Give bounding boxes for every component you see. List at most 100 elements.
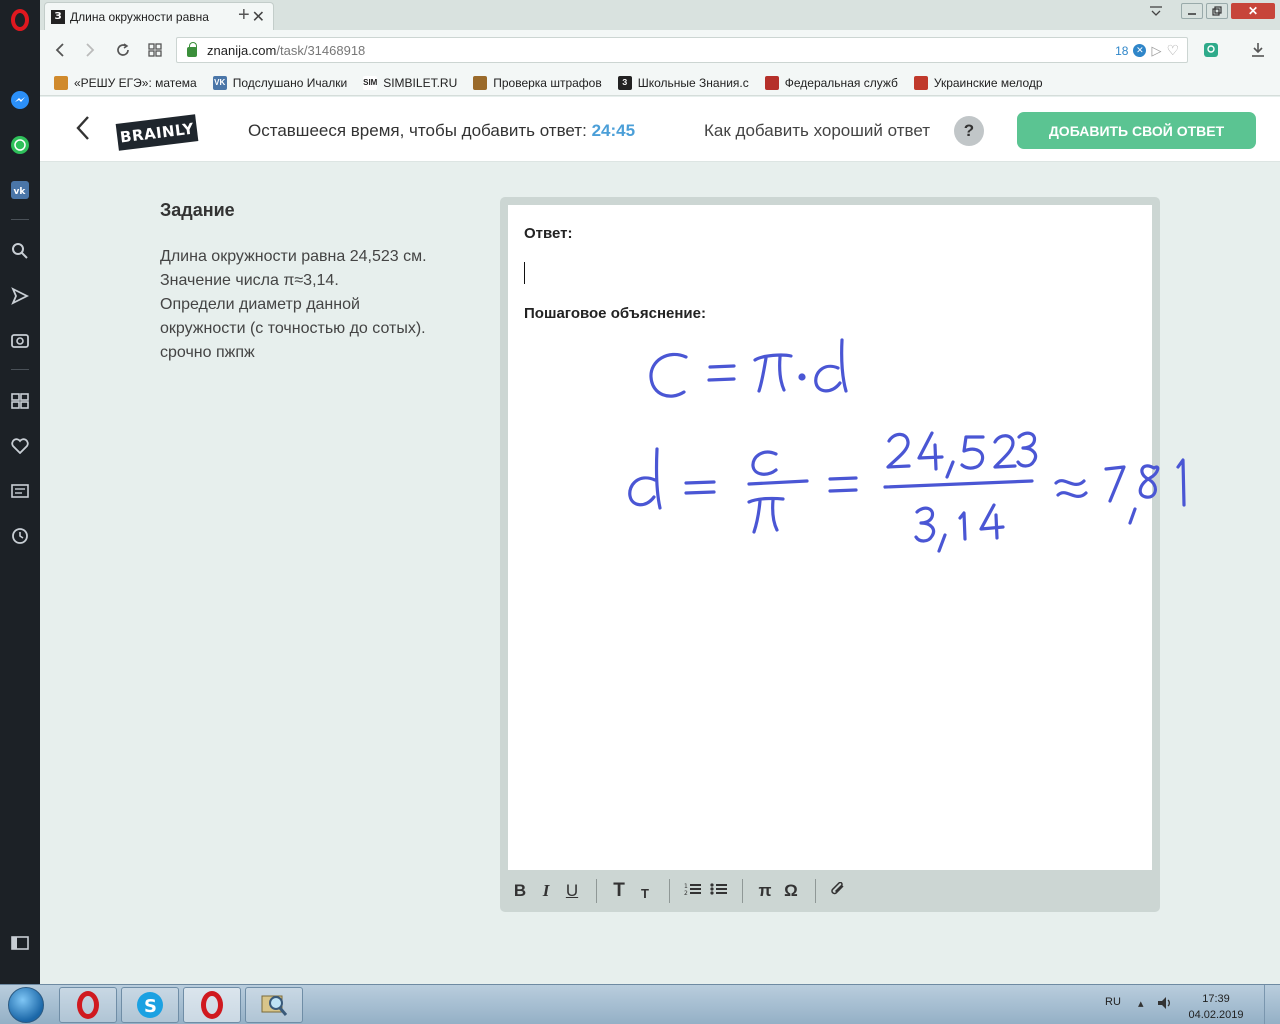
svg-text:vk: vk [14,187,27,197]
bookmark-item[interactable]: З Школьные Знания.с [617,75,749,90]
opera-icon [201,991,223,1019]
new-tab-button[interactable]: + [238,4,250,27]
back-chevron-icon[interactable] [76,115,90,148]
vpn-icon[interactable] [1200,39,1222,61]
hw-pi-small [747,496,785,534]
underline-button[interactable]: U [564,881,580,901]
bookmark-item[interactable]: Проверка штрафов [473,75,602,90]
bookmark-label: SIMBILET.RU [383,75,458,90]
bookmark-item[interactable]: Украинские мелодр [913,75,1043,90]
task-line: срочно пжпж [160,344,255,361]
tray-flag-icon[interactable]: ▴ [1138,997,1144,1010]
bookmark-item[interactable]: SIM SIMBILET.RU [363,75,458,90]
svg-text:1: 1 [684,883,688,890]
how-to-answer-link[interactable]: Как добавить хороший ответ [704,121,930,141]
answer-editor[interactable]: Ответ: Пошаговое объяснение: [508,205,1186,870]
messenger-icon[interactable] [8,88,32,112]
restore-button[interactable] [1206,3,1228,19]
tab-menu-icon[interactable] [1148,3,1164,19]
taskbar-search-app[interactable] [245,987,303,1023]
tab-close-icon[interactable]: ✕ [252,7,265,27]
bookmark-item[interactable]: Федеральная служб [764,75,898,90]
bookmark-item[interactable]: VK Подслушано Ичалки [212,75,348,90]
bookmark-favicon-icon: З [617,75,632,90]
bookmark-favicon-icon: VK [212,75,227,90]
speed-dial-icon[interactable] [8,389,32,413]
url-domain: znanija.com [207,42,277,58]
vk-icon[interactable]: vk [8,178,32,202]
send-icon[interactable] [8,284,32,308]
bookmark-label: Подслушано Ичалки [232,75,348,90]
address-bar-actions: 18 ✕ ▷ ♡ [1115,42,1179,59]
history-icon[interactable] [8,524,32,548]
bookmark-favicon-icon [473,75,488,90]
hw-4b [979,503,1005,540]
bookmark-label: Украинские мелодр [933,75,1043,90]
svg-text:2: 2 [684,890,688,896]
heart-icon[interactable] [8,434,32,458]
bookmark-favicon-icon [764,75,779,90]
bookmark-heart-icon[interactable]: ♡ [1166,42,1179,59]
editor-toolbar: B I U T T 12 π Ω [500,870,1160,912]
tray-language[interactable]: RU [1105,996,1121,1008]
italic-button[interactable]: I [538,881,554,901]
bookmark-item[interactable]: «РЕШУ ЕГЭ»: матема [54,75,197,90]
volume-icon[interactable] [1157,996,1173,1015]
camera-icon[interactable] [8,328,32,352]
close-window-button[interactable]: ✕ [1231,3,1275,19]
url-path: /task/31468918 [276,42,366,58]
hw-equals3 [828,476,858,493]
bullet-list-icon[interactable] [710,881,727,901]
help-icon[interactable]: ? [954,116,984,146]
bookmark-favicon-icon [54,75,68,90]
text-small-button[interactable]: T [637,882,653,901]
attachment-icon[interactable] [830,881,846,901]
hw-7 [1104,465,1126,503]
taskbar-opera-2[interactable] [183,987,241,1023]
snap-send-icon[interactable]: ▷ [1151,43,1161,59]
adblock-icon[interactable]: ✕ [1133,44,1147,57]
show-desktop-button[interactable] [1264,985,1280,1024]
hw-2b [993,434,1017,469]
hw-equals [707,364,736,382]
opera-sidebar: vk [0,0,40,984]
tab-title: Длина окружности равна [70,9,209,24]
clock-time: 17:39 [1202,993,1230,1005]
minimize-button[interactable] [1181,3,1203,19]
bold-button[interactable]: B [512,881,528,901]
toolbar-divider [815,879,816,903]
bookmark-favicon-icon: SIM [363,75,377,90]
brainly-header: BRAINLY Оставшееся время, чтобы добавить… [40,97,1280,162]
hw-3b [914,506,936,543]
add-answer-button[interactable]: ДОБАВИТЬ СВОЙ ОТВЕТ [1017,112,1256,149]
taskbar-opera-1[interactable] [59,987,117,1023]
address-bar[interactable]: znanija.com/task/31468918 18 ✕ ▷ ♡ [176,37,1188,63]
search-icon[interactable] [8,239,32,263]
navigation-bar: znanija.com/task/31468918 18 ✕ ▷ ♡ [40,30,1280,70]
news-icon[interactable] [8,479,32,503]
tabs-grid-icon[interactable] [144,39,166,61]
tray-clock[interactable]: 17:39 04.02.2019 [1183,991,1249,1023]
bookmark-label: Федеральная служб [784,75,898,90]
brainly-logo[interactable]: BRAINLY [115,114,199,151]
ordered-list-icon[interactable]: 12 [684,881,701,901]
task-body: Длина окружности равна 24,523 см. Значен… [160,245,480,365]
omega-button[interactable]: Ω [783,881,799,901]
sidebar-toggle-icon[interactable] [8,931,32,955]
whatsapp-icon[interactable] [8,133,32,157]
hw-3 [1016,431,1038,468]
pi-button[interactable]: π [757,881,773,901]
opera-logo-icon[interactable] [8,8,32,32]
back-icon[interactable] [49,39,71,61]
download-icon[interactable] [1247,39,1269,61]
reload-icon[interactable] [112,39,134,61]
taskbar-skype[interactable]: S [121,987,179,1023]
start-button[interactable] [8,987,44,1023]
forward-icon[interactable] [79,39,101,61]
hw-comma2 [937,533,947,553]
hw-approx [1054,479,1088,498]
text-large-button[interactable]: T [611,880,627,902]
remaining-time-label: Оставшееся время, чтобы добавить ответ: … [248,121,635,141]
hw-pi [753,353,793,393]
svg-text:S: S [144,996,157,1017]
